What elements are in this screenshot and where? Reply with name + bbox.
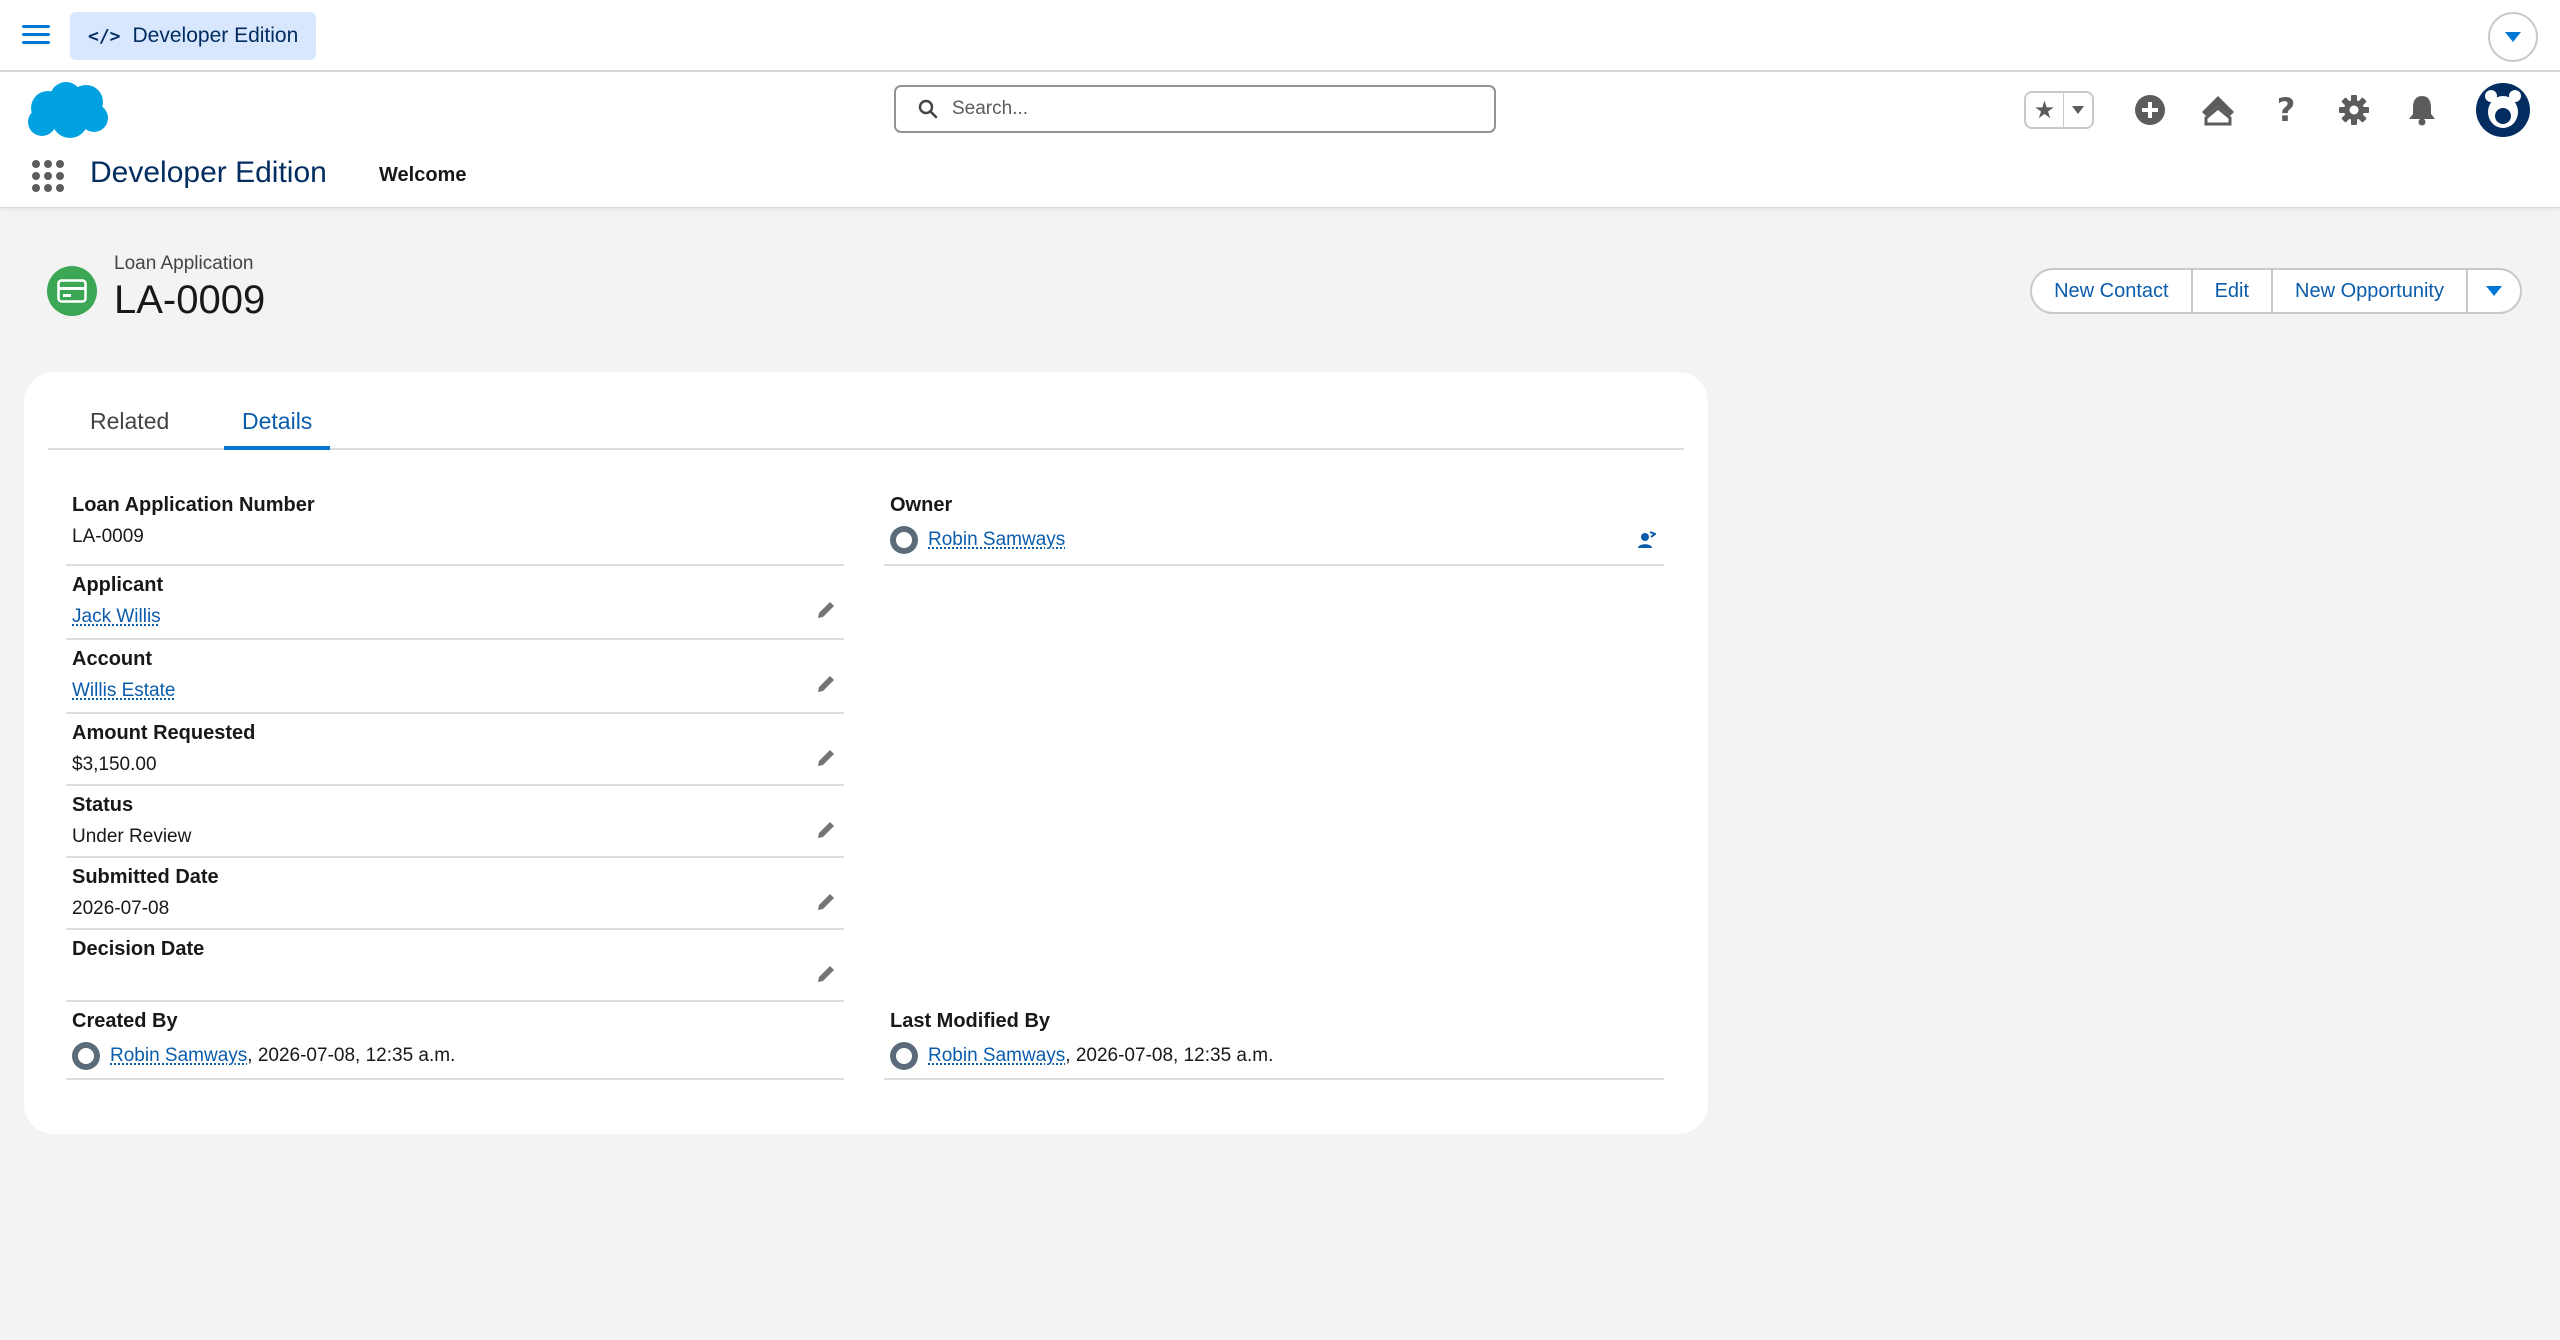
field-label: Applicant [72,574,164,596]
new-opportunity-button[interactable]: New Opportunity [2271,268,2468,314]
change-owner-icon[interactable] [1634,528,1658,552]
app-name: Developer Edition [90,156,327,189]
loan-application-icon [47,266,97,316]
created-by-user-link[interactable]: Robin Samways [110,1045,247,1067]
record-object-type: Loan Application [114,253,254,274]
tab-details[interactable]: Details [224,404,331,450]
more-actions-button[interactable] [2466,268,2522,314]
trailhead-icon [2202,96,2234,126]
field-label: Last Modified By [890,1010,1051,1032]
field-amount-requested: Amount Requested $3,150.00 [66,722,844,786]
edit-button[interactable]: Edit [2190,268,2274,314]
global-search[interactable]: Search... [894,85,1496,133]
user-avatar[interactable] [2476,83,2530,137]
astro-avatar-icon [2485,90,2521,128]
menu-icon[interactable] [22,20,50,52]
field-value: $3,150.00 [72,754,157,775]
salesforce-logo[interactable] [22,78,112,142]
account-link[interactable]: Willis Estate [72,680,175,701]
field-label: Account [72,648,152,670]
modified-timestamp: , 2026-07-08, 12:35 a.m. [1065,1045,1274,1066]
new-contact-button[interactable]: New Contact [2030,268,2193,314]
record-title: LA-0009 [114,278,266,322]
help-icon: ? [2276,91,2296,129]
field-last-modified-by: Last Modified By Robin Samways , 2026-07… [884,1010,1664,1080]
field-label: Amount Requested [72,722,256,744]
edit-submitted-date-pencil-icon[interactable] [814,890,838,914]
field-value: LA-0009 [72,526,144,547]
field-label: Submitted Date [72,866,219,888]
favorites-list-button[interactable] [2064,106,2092,114]
record-detail-card: Related Details Loan Application Number … [24,372,1708,1134]
field-label: Owner [890,494,953,516]
chevron-down-icon [2486,286,2502,296]
field-label: Status [72,794,134,816]
edit-account-pencil-icon[interactable] [814,672,838,696]
add-icon [2135,95,2165,125]
created-timestamp: , 2026-07-08, 12:35 a.m. [247,1045,456,1066]
field-decision-date: Decision Date [66,938,844,1002]
modified-by-user-link[interactable]: Robin Samways [928,1045,1065,1067]
user-avatar-icon [890,526,918,554]
record-actions: New Contact Edit New Opportunity [2030,268,2522,314]
bell-icon [2409,96,2435,126]
chevron-down-icon [2072,106,2084,114]
developer-edition-pill[interactable]: </> Developer Edition [70,12,317,60]
user-avatar-icon [890,1042,918,1070]
search-placeholder: Search... [952,98,1029,119]
notifications-button[interactable] [2402,90,2442,130]
global-actions-button[interactable] [2130,90,2170,130]
developer-bar: </> Developer Edition [0,0,2560,72]
help-button[interactable]: ? [2266,90,2306,130]
edit-status-pencil-icon[interactable] [814,818,838,842]
app-launcher-icon[interactable] [32,160,64,192]
record-tabs: Related Details [48,404,1684,450]
edit-amount-pencil-icon[interactable] [814,746,838,770]
edition-label: Developer Edition [132,24,299,47]
trailhead-button[interactable] [2198,90,2238,130]
star-icon[interactable]: ★ [2026,93,2064,127]
code-icon: </> [88,25,121,47]
applicant-link[interactable]: Jack Willis [72,606,161,627]
search-icon [918,99,938,119]
card-icon [57,279,87,303]
gear-icon [2339,95,2369,125]
favorites-button[interactable]: ★ [2024,91,2094,129]
field-applicant: Applicant Jack Willis [66,574,844,640]
field-value: 2026-07-08 [72,898,170,919]
field-loan-application-number: Loan Application Number LA-0009 [66,494,844,566]
developer-bar-dropdown[interactable] [2488,12,2538,62]
field-owner: Owner Robin Samways [884,494,1664,566]
field-label: Decision Date [72,938,205,960]
field-value: Under Review [72,826,192,847]
setup-button[interactable] [2334,90,2374,130]
edit-decision-date-pencil-icon[interactable] [814,962,838,986]
owner-link[interactable]: Robin Samways [928,529,1065,551]
nav-item-welcome[interactable]: Welcome [379,164,466,187]
field-label: Loan Application Number [72,494,315,516]
global-header: Search... ★ ? Developer Edition Welcome [0,72,2560,208]
field-label: Created By [72,1010,178,1032]
field-account: Account Willis Estate [66,648,844,714]
field-submitted-date: Submitted Date 2026-07-08 [66,866,844,930]
user-avatar-icon [72,1042,100,1070]
edit-applicant-pencil-icon[interactable] [814,598,838,622]
chevron-down-icon [2505,32,2521,42]
tab-related[interactable]: Related [72,404,187,450]
field-created-by: Created By Robin Samways , 2026-07-08, 1… [66,1010,844,1080]
field-status: Status Under Review [66,794,844,858]
